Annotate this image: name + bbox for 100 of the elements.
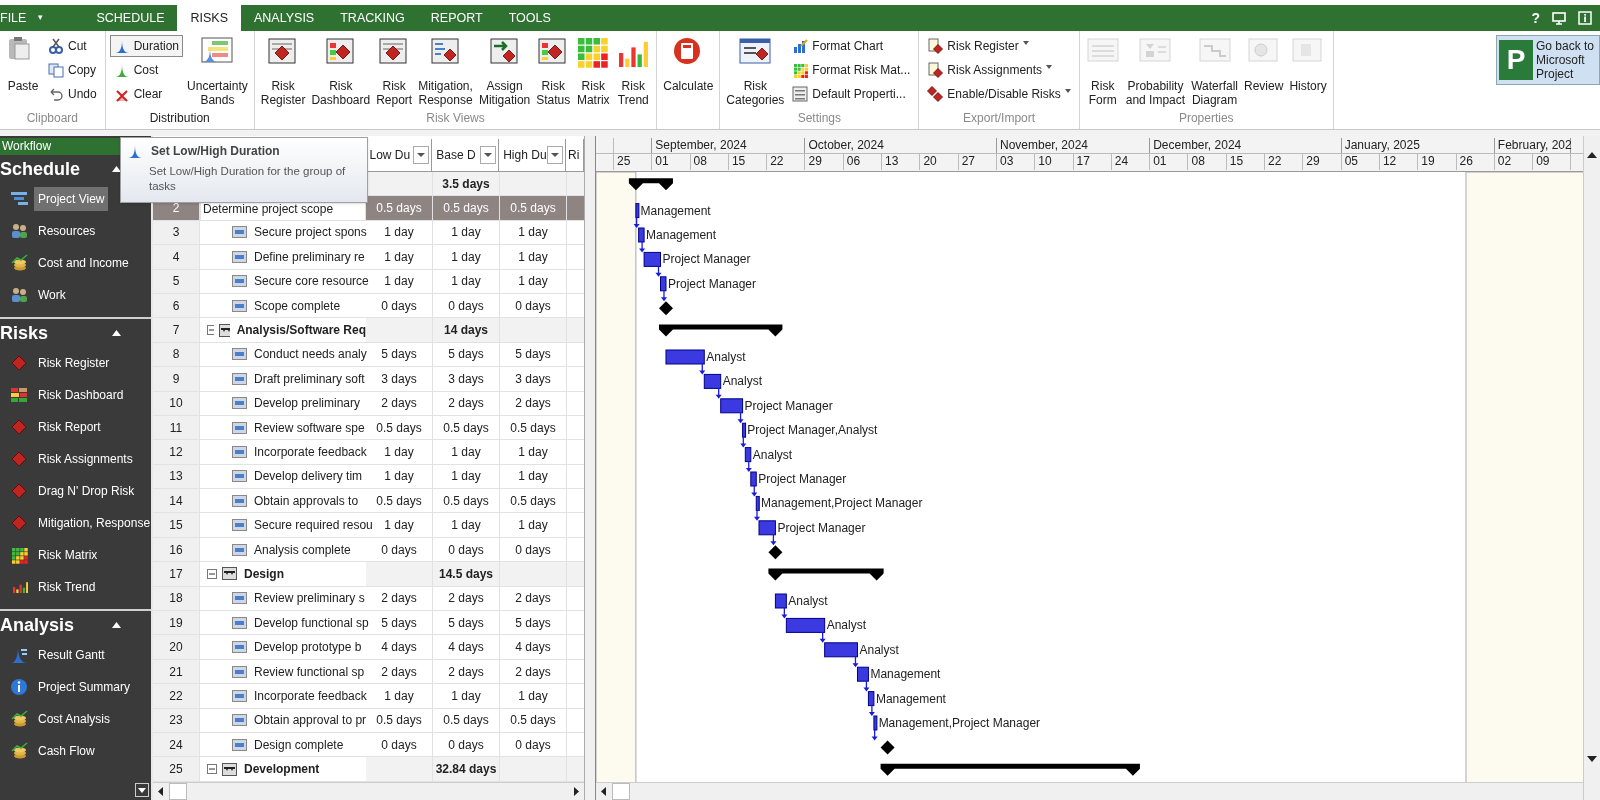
week-header: 08 <box>1188 154 1227 170</box>
table-cell: 1 day <box>500 513 567 538</box>
ribbon-tab[interactable]: FILE ▾ <box>0 5 68 31</box>
table-cell: 0.5 days <box>500 196 567 221</box>
ribbon-button[interactable]: Enable/Disable Risks <box>923 83 1075 105</box>
ribbon-button[interactable]: Risk Trend <box>614 35 653 107</box>
workflow-item[interactable]: Risk Register <box>0 347 151 379</box>
ribbon-tab[interactable]: TRACKING <box>327 5 418 31</box>
ribbon-button[interactable]: Mitigation, Response <box>416 35 475 107</box>
workflow-item[interactable]: Mitigation, Response <box>0 507 151 539</box>
item-label: Cost Analysis <box>37 711 112 728</box>
task-name: Obtain approvals to <box>254 492 359 510</box>
resource-label: Analyst <box>859 642 899 657</box>
task-name: Scope complete <box>254 297 341 315</box>
week-header: 15 <box>728 154 768 170</box>
ribbon-button[interactable]: Cut <box>44 35 101 57</box>
workflow-item[interactable]: Project Summary <box>0 671 151 703</box>
task-name: Develop prototype b <box>254 639 362 657</box>
workflow-item[interactable]: Risk Report <box>0 411 151 443</box>
button-label: Enable/Disable Risks <box>947 86 1061 103</box>
row-number: 4 <box>153 245 200 270</box>
workflow-item[interactable]: Resources <box>0 215 151 247</box>
week-header: 17 <box>1073 154 1112 170</box>
workflow-item[interactable]: Risk Dashboard <box>0 379 151 411</box>
table-cell: 1 day <box>366 440 433 465</box>
ribbon-button[interactable]: Paste <box>4 35 42 93</box>
ribbon-button[interactable]: Risk Categories <box>724 35 787 107</box>
workflow-item[interactable]: Cost and Income <box>0 247 151 279</box>
table-cell: 1 day <box>500 464 567 490</box>
item-label: Risk Dashboard <box>37 387 125 404</box>
table-cell: 3 days <box>500 367 567 392</box>
workflow-item[interactable]: Risk Assignments <box>0 443 151 475</box>
resource-label: Analyst <box>706 350 746 364</box>
column-header[interactable]: High Du <box>499 139 567 171</box>
resource-label: Management <box>870 667 941 682</box>
row-number: 19 <box>153 611 200 636</box>
task-name: Analysis complete <box>254 541 351 559</box>
workflow-item[interactable]: Work <box>0 279 151 311</box>
row-number: 23 <box>153 708 200 733</box>
ribbon-button[interactable]: Risk Status <box>534 35 573 107</box>
ribbon-button[interactable]: Calculate <box>661 35 716 93</box>
column-header[interactable]: Base D <box>432 139 500 171</box>
table-cell: 4 days <box>433 635 500 660</box>
ribbon-button[interactable]: Risk Report <box>374 35 415 107</box>
month-header: January, 2025 <box>1341 138 1495 153</box>
project-logo: P <box>1499 40 1533 80</box>
resource-label: Analyst <box>752 447 793 462</box>
item-label: Result Gantt <box>37 647 106 664</box>
table-cell: 2 days <box>433 586 500 612</box>
task-name: Design complete <box>254 736 344 754</box>
ribbon-button[interactable]: Risk Dashboard <box>309 35 373 107</box>
ribbon-button[interactable]: Undo <box>44 83 101 105</box>
row-number: 20 <box>153 635 200 660</box>
ribbon-button[interactable]: Clear <box>109 83 184 105</box>
ribbon-button[interactable]: Default Properti... <box>788 83 915 105</box>
row-number: 17 <box>153 562 200 587</box>
workflow-item[interactable]: Risk Trend <box>0 571 151 603</box>
ribbon-tab[interactable]: ANALYSIS <box>241 5 328 31</box>
table-cell: 0.5 days <box>366 489 433 514</box>
table-cell: 2 days <box>500 659 567 685</box>
task-name: Development <box>244 761 320 779</box>
ribbon-tab[interactable]: RISKS <box>177 5 241 31</box>
table-cell: 32.84 days <box>433 757 500 782</box>
ribbon-button[interactable]: Format Chart <box>788 35 915 57</box>
ribbon-tab[interactable]: SCHEDULE <box>83 5 178 31</box>
workflow-item[interactable]: Cost Analysis <box>0 703 151 735</box>
week-header: 13 <box>882 154 921 170</box>
ribbon-button[interactable]: Uncertainty Bands <box>185 35 250 107</box>
row-number: 7 <box>153 318 200 343</box>
ribbon-tab[interactable]: REPORT <box>417 5 496 31</box>
ribbon-button[interactable]: Risk Assignments <box>923 59 1075 81</box>
column-header[interactable]: Ri <box>566 139 585 171</box>
ribbon-button[interactable]: Duration <box>109 35 184 57</box>
task-name: Secure core resource <box>254 273 369 291</box>
group-label: Clipboard <box>25 110 80 127</box>
row-number: 10 <box>153 391 200 416</box>
help-button[interactable]: ? <box>1531 7 1540 29</box>
workflow-item[interactable]: Risk Matrix <box>0 539 151 571</box>
row-number: 12 <box>153 440 200 465</box>
resource-label: Project Manager <box>662 252 751 267</box>
row-number: 15 <box>153 513 200 538</box>
row-number: 11 <box>153 415 200 441</box>
week-header: 10 <box>1035 154 1074 170</box>
ribbon-button[interactable]: Risk Register <box>923 35 1075 57</box>
ribbon-button[interactable]: Assign Mitigation <box>476 35 533 107</box>
workflow-item[interactable]: Result Gantt <box>0 639 151 671</box>
ribbon-button[interactable]: Cost <box>109 59 184 81</box>
table-cell: 1 day <box>433 513 500 538</box>
ribbon-tab[interactable]: TOOLS <box>495 5 564 31</box>
ribbon-button[interactable]: Copy <box>44 59 101 81</box>
resource-label: Project Manager,Analyst <box>747 423 878 438</box>
ribbon-button[interactable]: Format Risk Mat... <box>788 59 915 81</box>
table-cell: 4 days <box>500 635 567 660</box>
button-label: Risk Assignments <box>947 62 1043 79</box>
workflow-item[interactable]: Drag N' Drop Risk <box>0 475 151 507</box>
ribbon-button[interactable]: Risk Matrix <box>574 35 613 107</box>
workflow-item[interactable]: Cash Flow <box>0 735 151 767</box>
ribbon-button[interactable]: Risk Register <box>258 35 308 107</box>
row-number: 25 <box>153 757 200 782</box>
task-name: Review preliminary s <box>254 590 365 608</box>
